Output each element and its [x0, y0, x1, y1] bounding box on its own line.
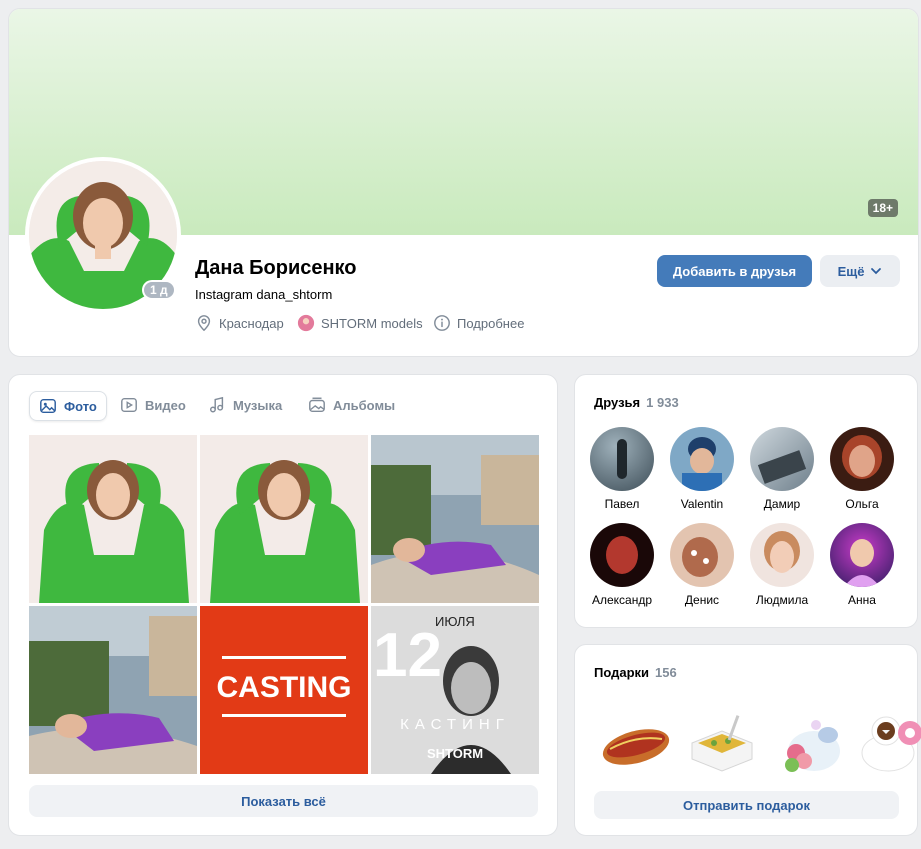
video-icon — [121, 397, 137, 413]
show-all-button[interactable]: Показать всё — [29, 785, 538, 817]
friend-item[interactable]: Александр — [582, 523, 662, 607]
friend-name: Александр — [591, 593, 653, 607]
photo-thumbnail[interactable] — [29, 606, 197, 774]
work-link[interactable]: SHTORM models — [297, 314, 423, 332]
friend-name: Valentin — [680, 497, 724, 511]
casting-image[interactable]: CASTING — [200, 606, 368, 774]
age-badge: 18+ — [867, 199, 898, 217]
agency-avatar-icon — [297, 314, 315, 332]
profile-name: Дана Борисенко — [195, 257, 357, 279]
location-link[interactable]: Краснодар — [195, 314, 284, 332]
details-link[interactable]: Подробнее — [433, 314, 524, 332]
tab-video[interactable]: Видео — [120, 391, 186, 419]
tab-albums[interactable]: Альбомы — [308, 391, 395, 419]
friend-avatar — [590, 523, 654, 587]
poster-month: ИЮЛЯ — [435, 614, 475, 629]
profile-card: 18+ 1 д Дана Борисенко Instagram dana_sh… — [8, 8, 919, 357]
friend-item[interactable]: Людмила — [742, 523, 822, 607]
friend-avatar — [830, 427, 894, 491]
albums-icon — [309, 397, 325, 413]
gifts-title: Подарки — [594, 665, 650, 680]
poster-day: 12 — [373, 621, 442, 690]
casting-poster-image[interactable]: 12 ИЮЛЯ КАСТИНГ SHTORM — [371, 606, 539, 774]
gift-hotdog-icon[interactable] — [596, 703, 676, 783]
friend-item[interactable]: Valentin — [662, 427, 742, 511]
friend-name: Павел — [604, 497, 640, 511]
photo-icon — [40, 398, 56, 414]
online-status-badge: 1 д — [142, 280, 176, 300]
friend-item[interactable]: Дамир — [742, 427, 822, 511]
tab-photo[interactable]: Фото — [29, 391, 107, 421]
info-icon — [434, 315, 450, 331]
gift-bouquet-icon[interactable] — [770, 703, 850, 783]
location-pin-icon — [197, 315, 211, 332]
photo-thumbnail[interactable] — [200, 435, 368, 603]
friend-name: Денис — [684, 593, 720, 607]
friend-avatar — [830, 523, 894, 587]
chevron-down-icon — [871, 268, 882, 275]
gift-coffee-icon[interactable] — [856, 703, 921, 783]
friend-name: Анна — [848, 593, 876, 607]
send-gift-button[interactable]: Отправить подарок — [594, 791, 899, 819]
friend-name: Людмила — [755, 593, 809, 607]
friends-count: 1 933 — [646, 395, 679, 410]
friend-item[interactable]: Павел — [582, 427, 662, 511]
friend-avatar — [750, 427, 814, 491]
photo-thumbnail[interactable] — [29, 435, 197, 603]
friends-title: Друзья — [594, 395, 641, 410]
add-friend-button[interactable]: Добавить в друзья — [657, 255, 812, 287]
gift-casserole-icon[interactable] — [682, 703, 762, 783]
friend-name: Ольга — [845, 497, 879, 511]
friend-avatar — [670, 427, 734, 491]
casting-label: CASTING — [217, 671, 352, 704]
gifts-count: 156 — [655, 665, 677, 680]
photo-thumbnail[interactable] — [371, 435, 539, 603]
more-button[interactable]: Ещё — [820, 255, 900, 287]
friends-header[interactable]: Друзья 1 933 — [594, 395, 679, 410]
poster-word: КАСТИНГ — [400, 716, 510, 733]
friend-avatar — [670, 523, 734, 587]
poster-brand: SHTORM — [427, 746, 483, 761]
gifts-card: Подарки 156 Отправить подарок — [574, 644, 921, 836]
gifts-header[interactable]: Подарки 156 — [594, 665, 677, 680]
friend-name: Дамир — [763, 497, 801, 511]
profile-status: Instagram dana_shtorm — [195, 287, 333, 302]
friend-item[interactable]: Ольга — [822, 427, 902, 511]
friend-avatar — [750, 523, 814, 587]
media-card: Фото Видео Музыка Альбомы CASTING 12 ИЮЛЯ… — [8, 374, 558, 836]
music-note-icon — [209, 396, 224, 413]
friends-card: Друзья 1 933 Павел Valentin Дамир Ольга А… — [574, 374, 918, 628]
tab-music[interactable]: Музыка — [208, 391, 282, 419]
friend-item[interactable]: Денис — [662, 523, 742, 607]
friend-avatar — [590, 427, 654, 491]
friend-item[interactable]: Анна — [822, 523, 902, 607]
